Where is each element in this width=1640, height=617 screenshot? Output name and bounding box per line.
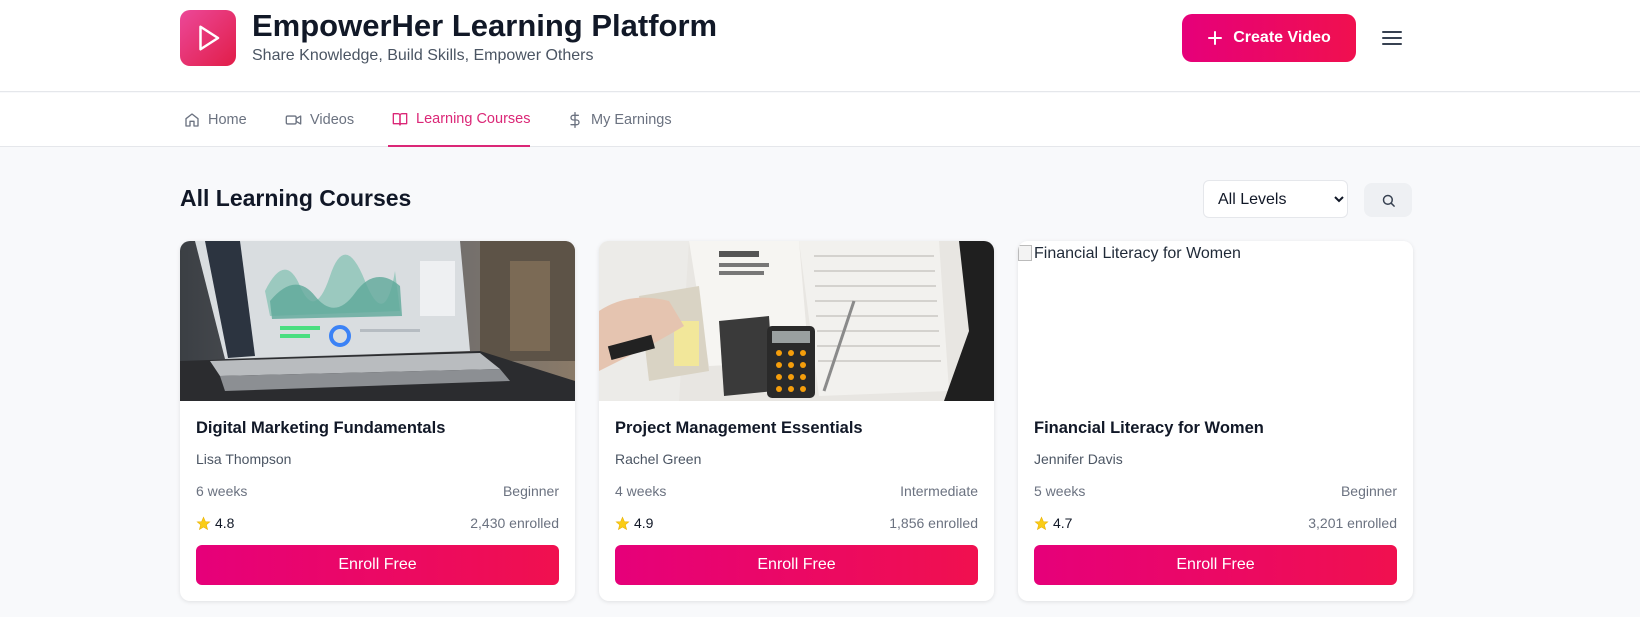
course-level: Beginner — [502, 483, 559, 499]
course-rating: 4.8 — [196, 515, 234, 531]
play-logo-icon[interactable] — [180, 10, 236, 66]
star-icon — [615, 515, 630, 530]
enrolled-count: 2,430 enrolled — [470, 515, 559, 531]
tab-home[interactable]: Home — [184, 93, 247, 147]
app-subtitle: Share Knowledge, Build Skills, Empower O… — [252, 47, 594, 64]
rating-value: 4.8 — [215, 515, 235, 531]
app-header: EmpowerHer Learning Platform Share Knowl… — [0, 0, 1640, 92]
broken-image-icon — [1018, 245, 1032, 261]
course-duration: 5 weeks — [1034, 483, 1086, 499]
tab-my-earnings[interactable]: My Earnings — [567, 93, 672, 147]
enroll-free-button[interactable]: Enroll Free — [196, 545, 559, 585]
tab-videos-label: Videos — [310, 112, 355, 128]
course-title[interactable]: Project Management Essentials — [615, 419, 863, 438]
video-icon — [285, 115, 302, 125]
laptop-analytics-photo — [180, 241, 575, 401]
star-icon — [196, 515, 211, 530]
course-duration: 6 weeks — [196, 483, 248, 499]
course-title[interactable]: Financial Literacy for Women — [1034, 419, 1264, 438]
rating-value: 4.9 — [634, 515, 654, 531]
course-author: Jennifer Davis — [1034, 451, 1123, 467]
course-author: Lisa Thompson — [196, 451, 292, 467]
broken-image: Financial Literacy for Women — [1018, 241, 1413, 401]
tab-learning-courses-label: Learning Courses — [416, 111, 531, 127]
image-alt-text: Financial Literacy for Women — [1034, 245, 1241, 262]
course-duration: 4 weeks — [615, 483, 667, 499]
search-button[interactable] — [1364, 183, 1412, 217]
level-filter-select[interactable]: All Levels — [1203, 180, 1348, 218]
course-author: Rachel Green — [615, 451, 702, 467]
course-level: Beginner — [1340, 483, 1397, 499]
rating-value: 4.7 — [1053, 515, 1073, 531]
course-rating: 4.9 — [615, 515, 653, 531]
tab-home-label: Home — [208, 112, 247, 128]
course-card[interactable]: Digital Marketing Fundamentals Lisa Thom… — [180, 241, 575, 601]
star-icon — [1034, 515, 1049, 530]
course-title[interactable]: Digital Marketing Fundamentals — [196, 419, 445, 438]
enrolled-count: 1,856 enrolled — [889, 515, 978, 531]
section-title: All Learning Courses — [180, 185, 412, 211]
enroll-free-button[interactable]: Enroll Free — [615, 545, 978, 585]
course-card[interactable]: Financial Literacy for Women Financial L… — [1018, 241, 1413, 601]
search-icon — [1382, 194, 1395, 207]
app-title: EmpowerHer Learning Platform — [252, 8, 718, 43]
create-video-label: Create Video — [1233, 29, 1331, 46]
dollar-icon — [570, 112, 580, 128]
course-level: Intermediate — [900, 483, 978, 499]
enroll-free-button[interactable]: Enroll Free — [1034, 545, 1397, 585]
tab-learning-courses[interactable]: Learning Courses — [388, 93, 530, 147]
course-card[interactable]: Project Management Essentials Rachel Gre… — [599, 241, 994, 601]
plus-icon — [1208, 31, 1223, 45]
tab-my-earnings-label: My Earnings — [591, 112, 672, 128]
main-nav: Home Videos Learning Courses My Earnings — [0, 93, 1640, 147]
enrolled-count: 3,201 enrolled — [1308, 515, 1397, 531]
course-rating: 4.7 — [1034, 515, 1072, 531]
home-icon — [185, 113, 199, 127]
book-icon — [392, 113, 408, 126]
create-video-button[interactable]: Create Video — [1182, 14, 1356, 62]
calculator-documents-photo — [599, 241, 994, 401]
hamburger-menu-icon[interactable] — [1380, 24, 1404, 52]
tab-videos[interactable]: Videos — [285, 93, 354, 147]
